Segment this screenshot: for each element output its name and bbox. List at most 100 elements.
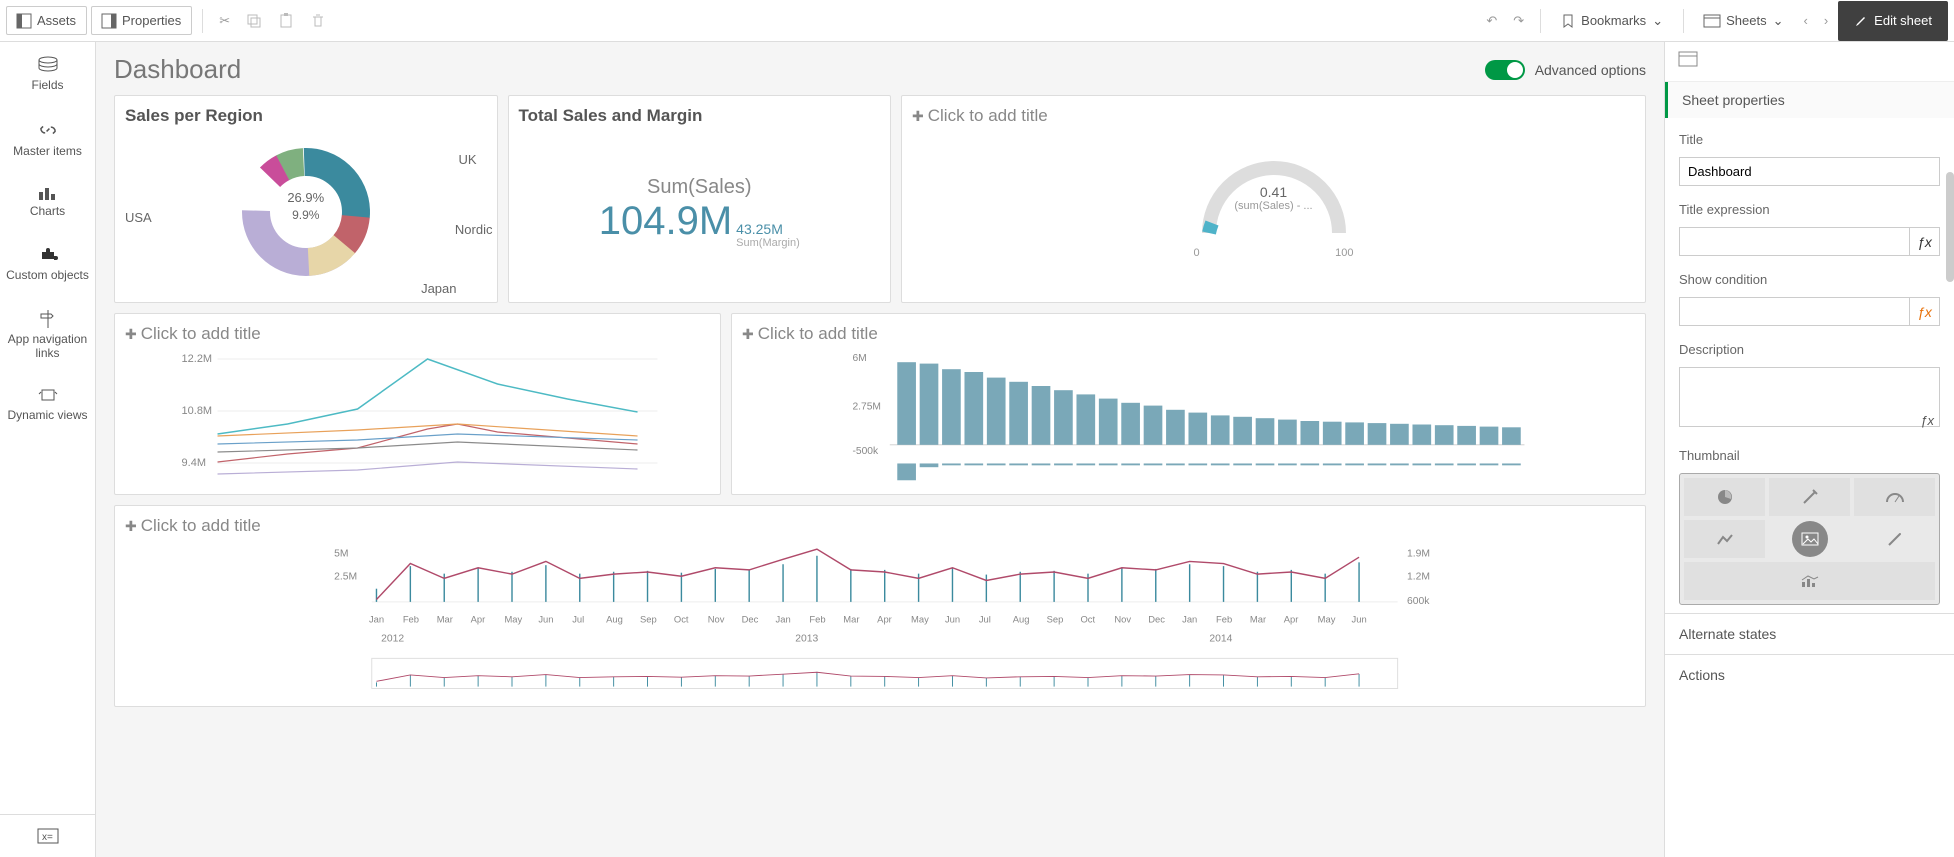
label-title-expression: Title expression bbox=[1679, 202, 1940, 217]
fields-icon bbox=[37, 56, 59, 74]
delete-button[interactable] bbox=[304, 7, 332, 35]
bookmark-icon bbox=[1561, 14, 1575, 28]
gauge-min: 0 bbox=[1194, 247, 1200, 259]
card-barchart[interactable]: ✚Click to add title 6M 2.75M -500k bbox=[731, 313, 1646, 495]
ytick: 12.2M bbox=[182, 353, 213, 365]
svg-text:Apr: Apr bbox=[1284, 614, 1299, 625]
thumb-image-icon[interactable] bbox=[1792, 521, 1828, 557]
svg-text:Sep: Sep bbox=[640, 614, 657, 625]
svg-text:Jan: Jan bbox=[1182, 614, 1197, 625]
gauge-value: 0.41 bbox=[1234, 184, 1312, 200]
sidebar-item-charts[interactable]: Charts bbox=[0, 172, 95, 232]
svg-text:Mar: Mar bbox=[843, 614, 859, 625]
sheets-button[interactable]: Sheets ⌄ bbox=[1694, 7, 1793, 35]
svg-text:Mar: Mar bbox=[437, 614, 453, 625]
fx-icon[interactable]: ƒx bbox=[1920, 413, 1934, 428]
line-chart: 12.2M 10.8M 9.4M bbox=[125, 344, 710, 484]
fx-button[interactable]: ƒx bbox=[1910, 297, 1940, 326]
title-expression-input[interactable] bbox=[1679, 227, 1910, 256]
left-sidebar: Fields Master items Charts Custom object… bbox=[0, 42, 96, 857]
sidebar-item-navlinks[interactable]: App navigation links bbox=[0, 296, 95, 374]
card-gauge[interactable]: ✚Click to add title 0.41 (sum(Sales) - .… bbox=[901, 95, 1646, 303]
thumbnail-picker[interactable] bbox=[1679, 473, 1940, 605]
copy-button[interactable] bbox=[240, 7, 268, 35]
edit-sheet-button[interactable]: Edit sheet bbox=[1838, 1, 1948, 41]
sidebar-item-fields[interactable]: Fields bbox=[0, 42, 95, 106]
svg-text:Jun: Jun bbox=[945, 614, 960, 625]
sheet-properties-header: Sheet properties bbox=[1665, 82, 1954, 118]
fx-button[interactable]: ƒx bbox=[1910, 227, 1940, 256]
card-linechart[interactable]: ✚Click to add title 12.2M 10.8M 9.4M bbox=[114, 313, 721, 495]
undo-button[interactable]: ↶ bbox=[1480, 7, 1503, 35]
prev-sheet-button[interactable]: ‹ bbox=[1797, 7, 1813, 34]
thumb-combo-icon[interactable] bbox=[1684, 562, 1935, 600]
svg-text:Sep: Sep bbox=[1047, 614, 1064, 625]
svg-text:Jan: Jan bbox=[776, 614, 791, 625]
card-title: Sales per Region bbox=[125, 106, 487, 126]
bookmarks-button[interactable]: Bookmarks ⌄ bbox=[1551, 7, 1673, 35]
sidebar-item-dynamic[interactable]: Dynamic views bbox=[0, 374, 95, 436]
svg-text:Feb: Feb bbox=[1216, 614, 1232, 625]
ytick: 10.8M bbox=[182, 405, 213, 417]
panel-left-icon bbox=[17, 14, 31, 28]
next-sheet-button[interactable]: › bbox=[1818, 7, 1834, 34]
svg-text:May: May bbox=[504, 614, 522, 625]
add-title-placeholder[interactable]: ✚Click to add title bbox=[912, 106, 1635, 126]
actions-section[interactable]: Actions bbox=[1665, 654, 1954, 695]
svg-text:Dec: Dec bbox=[1148, 614, 1165, 625]
label-title: Title bbox=[1679, 132, 1940, 147]
card-combochart[interactable]: ✚Click to add title 5M 2.5M 1.9M 1.2M 60… bbox=[114, 505, 1646, 707]
advanced-toggle[interactable] bbox=[1485, 60, 1525, 80]
page-title[interactable]: Dashboard bbox=[114, 54, 241, 85]
sidebar-item-custom[interactable]: Custom objects bbox=[0, 232, 95, 296]
add-title-placeholder[interactable]: ✚Click to add title bbox=[125, 516, 1635, 536]
thumb-line-icon[interactable] bbox=[1684, 520, 1765, 558]
combo-chart: 5M 2.5M 1.9M 1.2M 600k JanFebMarAprMayJu… bbox=[125, 536, 1635, 696]
svg-text:Feb: Feb bbox=[403, 614, 419, 625]
svg-text:Oct: Oct bbox=[1080, 614, 1095, 625]
donut-label-nordic: Nordic bbox=[455, 222, 493, 237]
kpi-value: 104.9M bbox=[599, 199, 732, 244]
svg-text:Nov: Nov bbox=[708, 614, 725, 625]
svg-text:Jan: Jan bbox=[369, 614, 384, 625]
chevron-left-icon: ‹ bbox=[1803, 13, 1807, 28]
kpi-secondary-label: Sum(Margin) bbox=[736, 237, 800, 249]
svg-text:Jun: Jun bbox=[538, 614, 553, 625]
svg-text:2012: 2012 bbox=[381, 633, 404, 644]
redo-button[interactable]: ↷ bbox=[1507, 7, 1530, 35]
card-total-sales-margin[interactable]: Total Sales and Margin Sum(Sales) 104.9M… bbox=[508, 95, 892, 303]
thumb-wand2-icon[interactable] bbox=[1854, 520, 1935, 558]
add-title-placeholder[interactable]: ✚Click to add title bbox=[125, 324, 710, 344]
sidebar-item-master[interactable]: Master items bbox=[0, 106, 95, 172]
card-sales-per-region[interactable]: Sales per Region 26.9% 9.9% UK Nordic Ja… bbox=[114, 95, 498, 303]
thumb-wand-icon[interactable] bbox=[1769, 478, 1850, 516]
scrollbar[interactable] bbox=[1946, 172, 1954, 282]
cut-button[interactable]: ✂ bbox=[213, 7, 236, 35]
chevron-down-icon: ⌄ bbox=[1652, 13, 1663, 29]
thumb-pie-icon[interactable] bbox=[1684, 478, 1765, 516]
donut-pct-2: 9.9% bbox=[292, 208, 319, 222]
alternate-states-section[interactable]: Alternate states bbox=[1665, 613, 1954, 654]
svg-text:Nov: Nov bbox=[1114, 614, 1131, 625]
svg-text:Aug: Aug bbox=[606, 614, 623, 625]
sidebar-item-variables[interactable]: x= bbox=[0, 814, 95, 857]
svg-text:Apr: Apr bbox=[471, 614, 486, 625]
description-input[interactable] bbox=[1679, 367, 1940, 427]
main-canvas: Dashboard Advanced options Sales per Reg… bbox=[96, 42, 1664, 857]
right-panel: Sheet properties Title Title expression … bbox=[1664, 42, 1954, 857]
show-condition-input[interactable] bbox=[1679, 297, 1910, 326]
svg-text:Dec: Dec bbox=[742, 614, 759, 625]
thumb-gauge-icon[interactable] bbox=[1854, 478, 1935, 516]
title-input[interactable] bbox=[1679, 157, 1940, 186]
svg-text:2.5M: 2.5M bbox=[334, 571, 357, 582]
paste-button[interactable] bbox=[272, 7, 300, 35]
properties-button[interactable]: Properties bbox=[91, 6, 192, 35]
signpost-icon bbox=[39, 310, 57, 328]
assets-button[interactable]: Assets bbox=[6, 6, 87, 35]
plus-icon: ✚ bbox=[125, 326, 137, 343]
donut-label-uk: UK bbox=[458, 152, 476, 167]
add-title-placeholder[interactable]: ✚Click to add title bbox=[742, 324, 1635, 344]
svg-text:May: May bbox=[911, 614, 929, 625]
card-title: Total Sales and Margin bbox=[519, 106, 881, 126]
chevron-right-icon: › bbox=[1824, 13, 1828, 28]
